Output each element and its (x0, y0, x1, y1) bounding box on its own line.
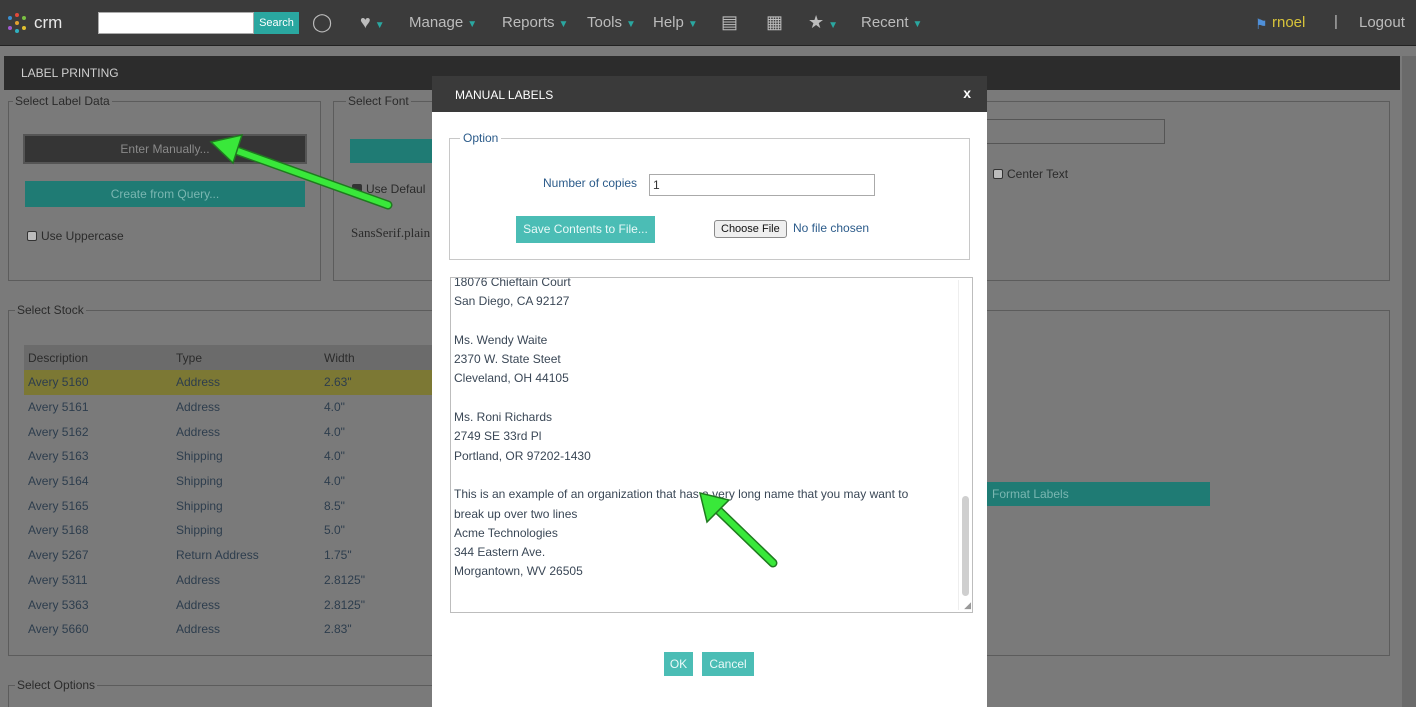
cancel-button[interactable]: Cancel (702, 652, 754, 676)
select-options-legend: Select Options (15, 678, 98, 692)
checkbox-icon (993, 169, 1003, 179)
text-line: Ms. Roni Richards (454, 410, 553, 425)
chevron-down-icon: ▼ (558, 19, 569, 30)
menu-reports[interactable]: Reports ▼ (502, 14, 568, 34)
text-line: San Diego, CA 92127 (454, 294, 570, 309)
checkbox-icon (27, 231, 37, 241)
text-line: Cleveland, OH 44105 (454, 371, 569, 386)
select-stock-legend: Select Stock (15, 303, 86, 317)
menu-tools[interactable]: Tools ▼ (587, 14, 636, 34)
text-line: Portland, OR 97202-1430 (454, 448, 591, 463)
text-line: 2370 W. State Steet (454, 352, 561, 367)
select-font-button[interactable] (350, 139, 440, 163)
table-header-row: Description Type Width (24, 345, 432, 370)
username-link[interactable]: rnoel (1272, 14, 1305, 31)
table-row[interactable]: Avery 5311 Address 2.8125" (24, 568, 432, 593)
table-row[interactable]: Avery 5164 Shipping 4.0" (24, 469, 432, 494)
chevron-down-icon: ▼ (687, 19, 698, 30)
text-line: Acme Technologies (454, 525, 558, 540)
resize-handle-icon[interactable]: ◢ (964, 600, 971, 611)
select-label-data-legend: Select Label Data (13, 94, 112, 108)
logout-link[interactable]: Logout (1359, 14, 1405, 31)
table-row[interactable]: Avery 5161 Address 4.0" (24, 395, 432, 420)
label-text-area[interactable]: 18076 Chieftain Court San Diego, CA 92127… (450, 277, 973, 613)
file-status-text: No file chosen (793, 221, 870, 235)
scroll-thumb[interactable] (962, 496, 969, 596)
select-label-data-group: Select Label Data Enter Manually... Crea… (8, 94, 321, 281)
nav-separator: | (1334, 13, 1338, 30)
table-row[interactable]: Avery 5160 Address 2.63" (24, 370, 432, 395)
column-header-type[interactable]: Type (172, 345, 320, 370)
label-text-content: 18076 Chieftain Court San Diego, CA 92127… (454, 277, 954, 582)
chevron-down-icon: ▼ (467, 19, 478, 30)
text-field[interactable] (987, 119, 1165, 144)
copies-label: Number of copies (543, 176, 638, 190)
search-button[interactable]: Search (254, 12, 299, 34)
save-contents-button[interactable]: Save Contents to File... (516, 216, 655, 243)
ok-button[interactable]: OK (664, 652, 693, 676)
use-default-font-checkbox[interactable]: Use Defaul (352, 182, 425, 196)
use-uppercase-checkbox[interactable]: Use Uppercase (27, 229, 124, 243)
headset-icon[interactable]: ◯ (312, 10, 332, 34)
chevron-down-icon: ▼ (626, 19, 636, 30)
user-icon: ⚑ (1255, 16, 1268, 32)
gift-icon[interactable]: ▤ (721, 10, 738, 34)
stock-table: Description Type Width Avery 5160 Address… (24, 345, 432, 642)
text-line: 2749 SE 33rd Pl (454, 429, 542, 444)
heart-icon[interactable]: ♥ ▼ (360, 10, 385, 38)
copies-input[interactable] (649, 174, 875, 196)
crm-logo-icon[interactable] (6, 12, 28, 34)
column-header-description[interactable]: Description (24, 345, 172, 370)
text-line (454, 389, 954, 408)
gifts-icon[interactable]: ▦ (766, 10, 783, 34)
search-input[interactable] (98, 12, 254, 34)
option-legend: Option (460, 131, 502, 145)
text-line: Ms. Wendy Waite (454, 332, 548, 347)
text-line: 18076 Chieftain Court (454, 277, 571, 289)
text-line: This is an example of an organization th… (454, 487, 909, 502)
select-font-legend: Select Font (346, 94, 411, 108)
menu-manage[interactable]: Manage ▼ (409, 14, 477, 34)
chevron-down-icon: ▼ (374, 20, 385, 31)
center-text-checkbox[interactable]: Center Text (993, 167, 1068, 181)
menu-help[interactable]: Help ▼ (653, 14, 698, 34)
table-row[interactable]: Avery 5660 Address 2.83" (24, 617, 432, 642)
chevron-down-icon: ▼ (912, 19, 923, 30)
column-header-width[interactable]: Width (320, 345, 432, 370)
manual-labels-dialog: MANUAL LABELS x Option Number of copies … (432, 76, 987, 707)
table-row[interactable]: Avery 5363 Address 2.8125" (24, 592, 432, 617)
chevron-down-icon: ▼ (828, 20, 839, 31)
text-line (454, 466, 954, 485)
text-line: Morgantown, WV 26505 (454, 564, 583, 579)
top-navbar: crm Search ◯ ♥ ▼ Manage ▼ Reports ▼ Tools ▼ … (0, 0, 1416, 46)
select-font-group: Select Font Use Defaul SansSerif.plain (333, 94, 443, 281)
table-row[interactable]: Avery 5163 Shipping 4.0" (24, 444, 432, 469)
text-line: 344 Eastern Ave. (454, 545, 546, 560)
brand-name[interactable]: crm (34, 13, 62, 33)
create-from-query-button[interactable]: Create from Query... (25, 181, 305, 207)
label-format-group: Center Text (987, 101, 1390, 281)
menu-recent[interactable]: Recent ▼ (861, 14, 922, 34)
text-line: break up over two lines (454, 506, 578, 521)
text-line (454, 312, 954, 331)
close-icon[interactable]: x (963, 85, 971, 101)
table-row[interactable]: Avery 5165 Shipping 8.5" (24, 493, 432, 518)
checkbox-icon (352, 184, 362, 194)
textarea-scrollbar[interactable] (958, 280, 970, 610)
enter-manually-button[interactable]: Enter Manually... (23, 134, 307, 164)
choose-file-button[interactable]: Choose File (714, 220, 787, 238)
star-icon[interactable]: ★ ▼ (808, 10, 838, 38)
table-row[interactable]: Avery 5168 Shipping 5.0" (24, 518, 432, 543)
select-stock-group-right (987, 310, 1390, 656)
dialog-title: MANUAL LABELS (455, 88, 554, 102)
option-group: Option Number of copies Save Contents to… (449, 131, 970, 260)
table-row[interactable]: Avery 5267 Return Address 1.75" (24, 543, 432, 568)
select-options-group: Select Options (8, 678, 438, 707)
page-scrollbar[interactable] (1402, 56, 1416, 707)
dialog-header: MANUAL LABELS x (432, 76, 987, 112)
font-name-label: SansSerif.plain (351, 225, 431, 240)
table-row[interactable]: Avery 5162 Address 4.0" (24, 419, 432, 444)
